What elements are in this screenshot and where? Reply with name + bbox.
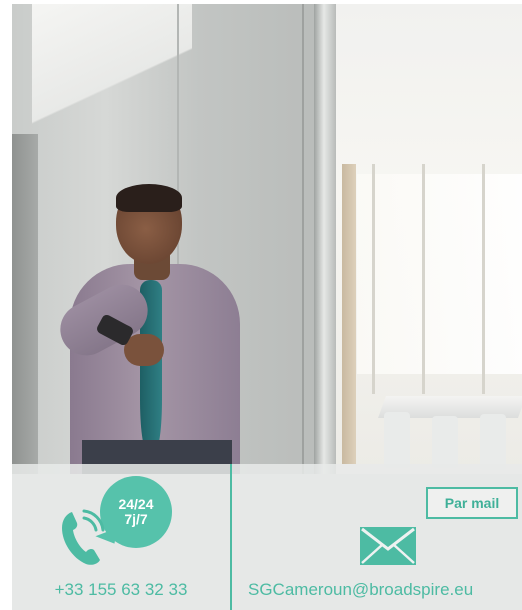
availability-days: 7j/7 [124, 511, 148, 527]
chair [432, 416, 458, 468]
mail-button[interactable]: Par mail [426, 487, 518, 519]
window-mullion [372, 164, 375, 394]
window-mullion [422, 164, 425, 394]
ceiling-beam [32, 4, 192, 144]
availability-hours: 24/24 [118, 496, 154, 512]
email-link[interactable]: SGCameroun@broadspire.eu [248, 580, 522, 600]
wall-seam [302, 4, 304, 474]
contact-card: 24/24 7j/7 +33 155 63 32 33 Par mail SGC… [12, 4, 522, 610]
column-divider [230, 464, 232, 610]
smiling-man-with-phone [51, 184, 262, 474]
chair [384, 412, 410, 468]
phone-icon [62, 509, 105, 565]
glass-door-frame [314, 4, 336, 474]
window-mullion [482, 164, 485, 394]
contact-bar: 24/24 7j/7 +33 155 63 32 33 Par mail SGC… [12, 464, 522, 610]
hand [124, 334, 164, 366]
phone-number-link[interactable]: +33 155 63 32 33 [12, 580, 230, 600]
window [357, 174, 522, 374]
chair [480, 414, 506, 470]
availability-bubble: 24/24 7j/7 [100, 476, 172, 548]
wall-pillar [12, 134, 38, 474]
hair [116, 184, 182, 212]
envelope-icon[interactable] [360, 527, 416, 565]
wood-column [342, 164, 356, 464]
